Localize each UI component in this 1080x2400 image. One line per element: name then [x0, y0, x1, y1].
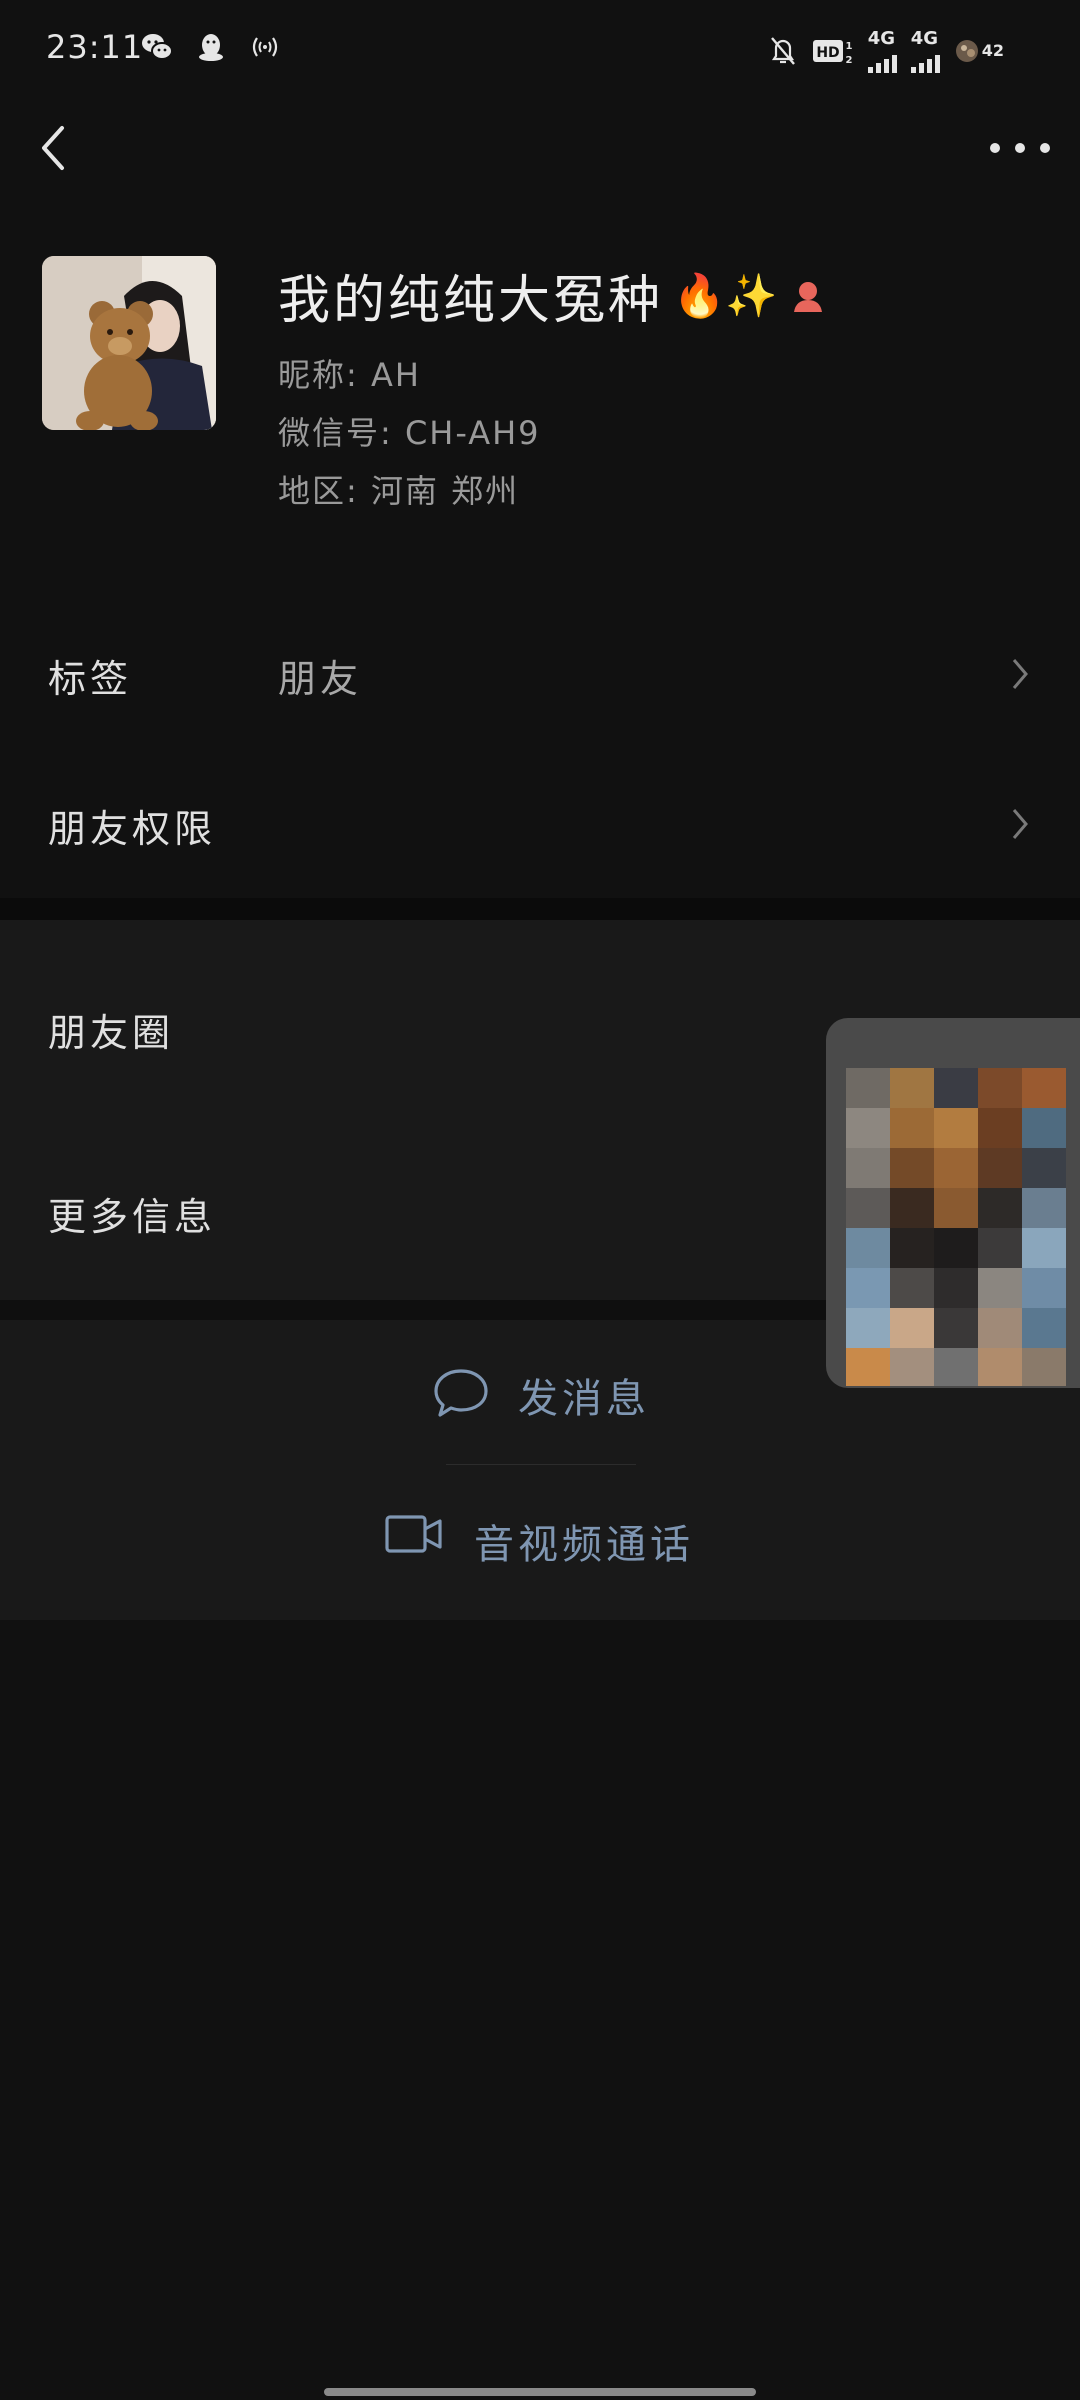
battery-indicator: 42: [954, 38, 1004, 64]
more-info-label: 更多信息: [48, 1195, 217, 1239]
signal-icon: 4G: [867, 28, 897, 73]
info-section: 标签 朋友 朋友权限: [0, 598, 1080, 898]
send-message-label: 发消息: [518, 1376, 650, 1422]
more-dots-icon: [990, 143, 1000, 153]
svg-text:HD: HD: [816, 45, 839, 61]
name-emojis: 🔥✨: [673, 270, 778, 320]
permissions-label: 朋友权限: [48, 807, 217, 851]
tags-value: 朋友: [278, 657, 363, 701]
svg-text:2: 2: [845, 55, 852, 66]
hd-icon: HD 1 2: [812, 39, 852, 66]
back-arrow-icon: [42, 126, 64, 170]
region: 地区: 河南 郑州: [278, 472, 520, 510]
nickname: 昵称: AH: [278, 356, 421, 394]
video-camera-icon: [385, 1515, 442, 1553]
action-divider: [446, 1464, 636, 1465]
wechat-icon: [142, 34, 173, 60]
moments-label: 朋友圈: [48, 1011, 175, 1055]
tags-label: 标签: [48, 657, 133, 701]
status-bar: 23:11 HD 1 2 4G 4G 42: [0, 0, 1080, 100]
floating-video-preview: [846, 1068, 1066, 1386]
contact-avatar-icon: [793, 281, 822, 312]
qq-icon: [199, 34, 223, 61]
chevron-right-icon: [1012, 809, 1028, 839]
section-divider: [0, 898, 1080, 920]
status-time: 23:11: [46, 28, 144, 66]
nfc-icon: [252, 37, 278, 57]
row-tags[interactable]: 标签 朋友: [0, 598, 1080, 748]
wechat-id: 微信号: CH-AH9: [278, 414, 541, 452]
signal-icon-2: 4G: [910, 28, 940, 73]
chat-bubble-icon: [434, 1369, 488, 1417]
svg-text:1: 1: [845, 41, 852, 52]
more-options-button[interactable]: [990, 128, 1050, 168]
contact-profile-screen: 23:11 HD 1 2 4G 4G 42 我的纯纯大冤种 🔥✨ 昵称: AH …: [0, 0, 1080, 2400]
video-call-button[interactable]: 音视频通话: [0, 1468, 1080, 1620]
home-indicator[interactable]: [324, 2388, 756, 2396]
row-friend-permissions[interactable]: 朋友权限: [0, 748, 1080, 898]
video-call-label: 音视频通话: [474, 1522, 694, 1568]
battery-icon: [955, 39, 978, 62]
floating-video-window[interactable]: [826, 1018, 1080, 1388]
mute-bell-icon: [770, 36, 795, 65]
back-button[interactable]: [32, 118, 82, 178]
profile-name: 我的纯纯大冤种: [278, 271, 664, 331]
avatar[interactable]: [42, 256, 216, 430]
chevron-right-icon: [1012, 659, 1028, 689]
avatar-image: [42, 256, 216, 430]
